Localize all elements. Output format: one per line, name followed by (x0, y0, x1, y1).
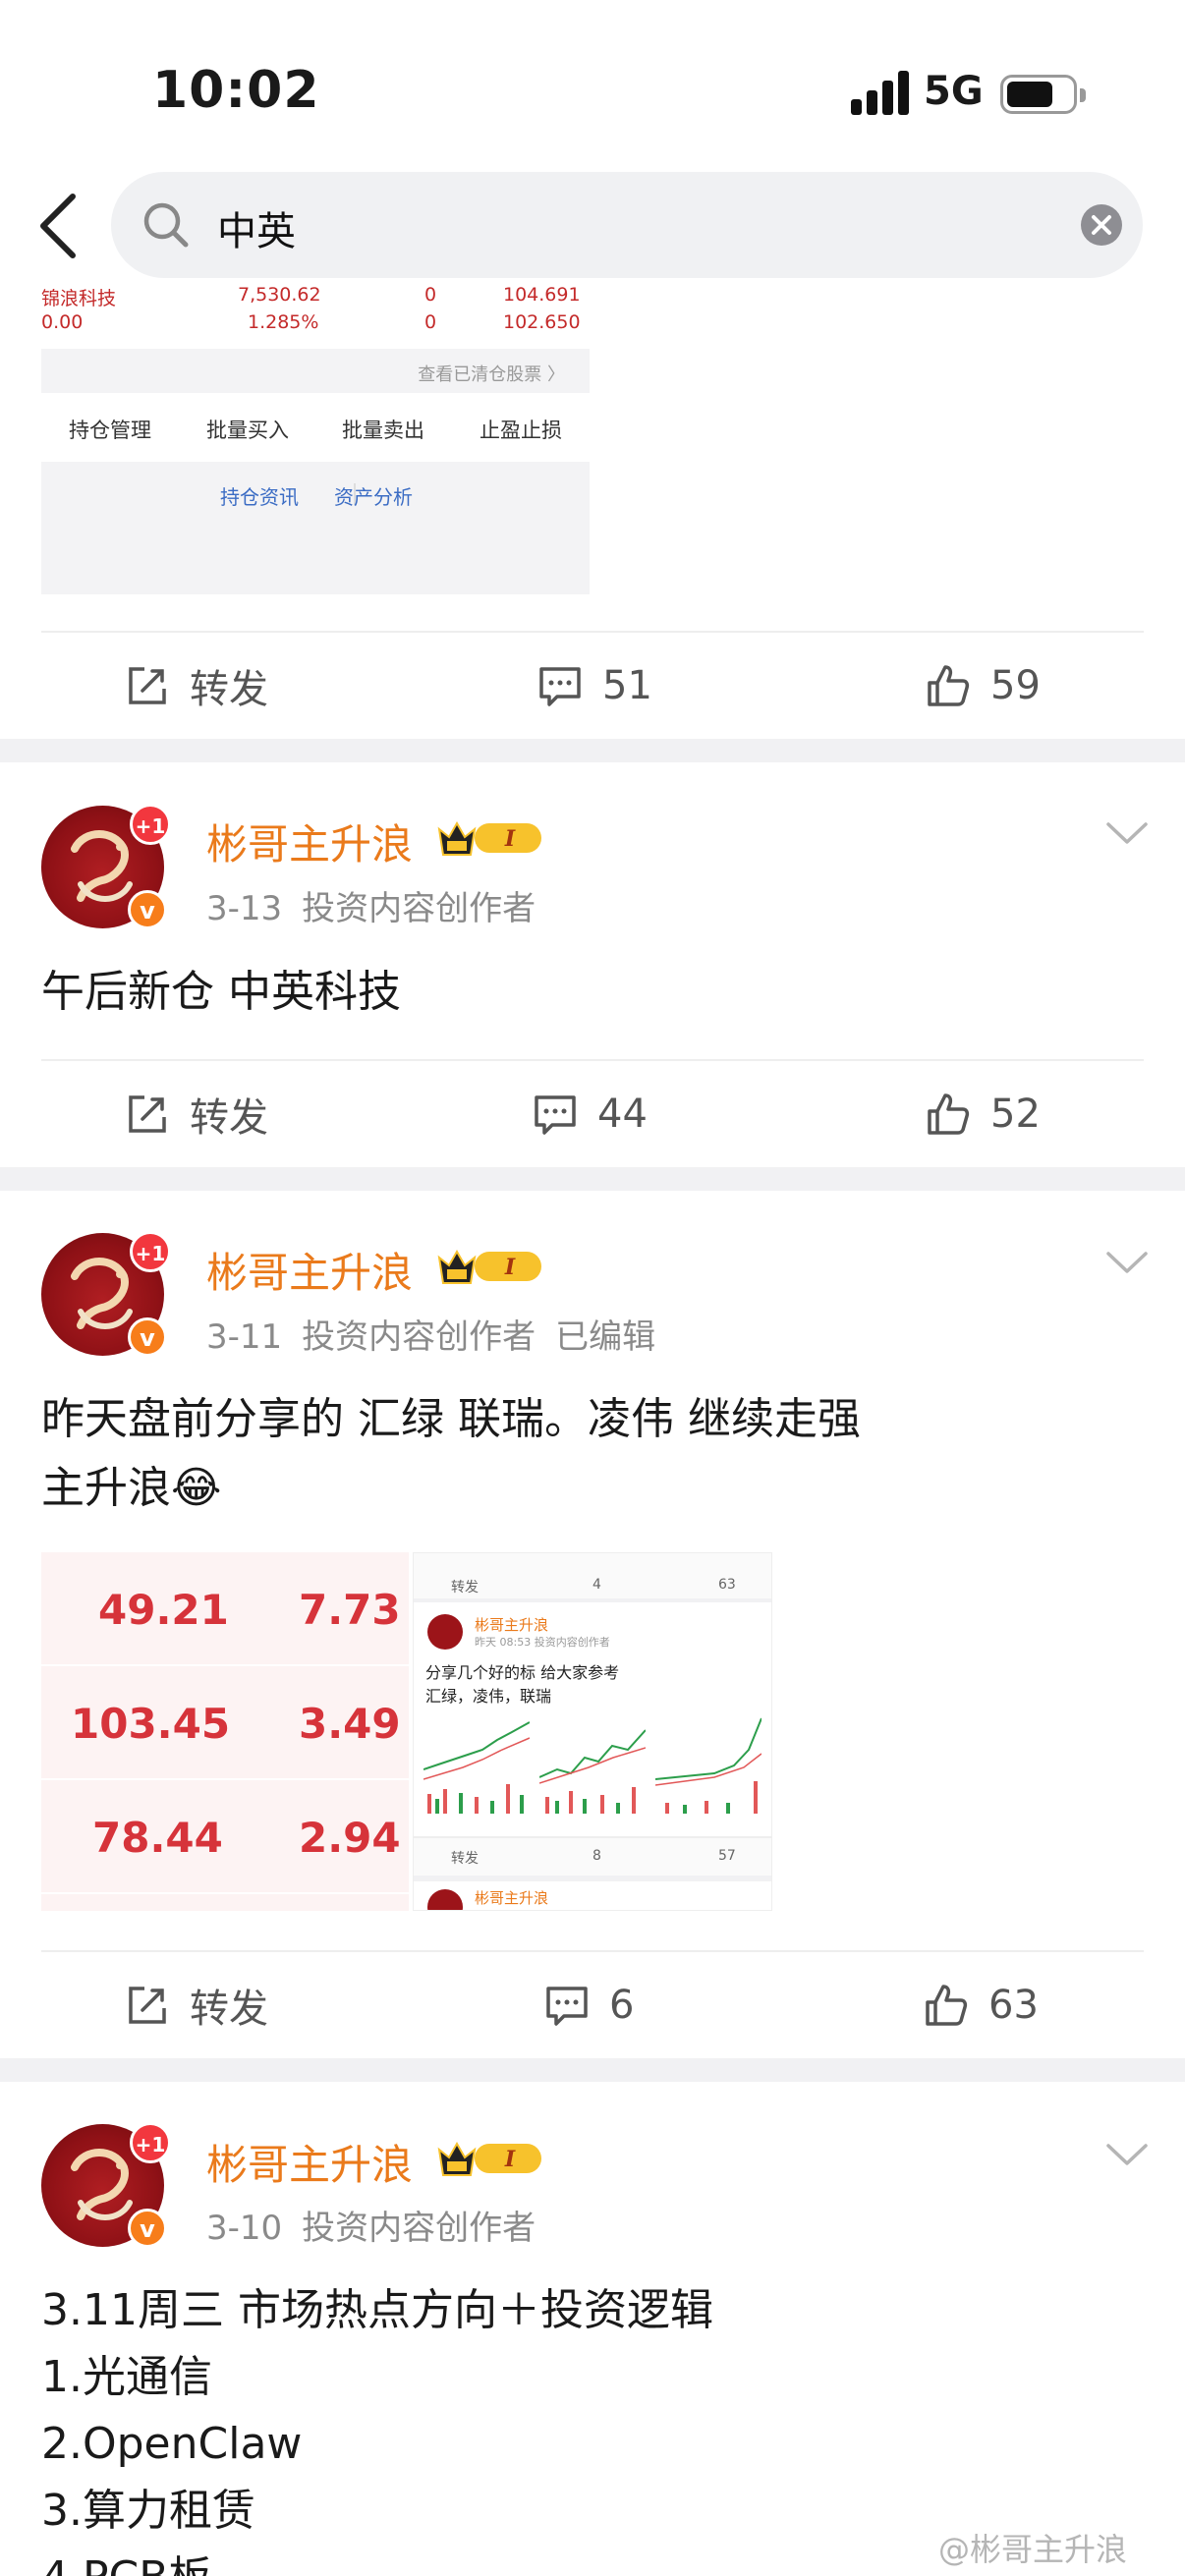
repost-button[interactable]: 转发 (125, 1061, 268, 1167)
comment-button[interactable]: 44 (533, 1061, 648, 1167)
thumbs-up-icon (928, 665, 970, 706)
search-input[interactable]: 中英 (111, 172, 1143, 278)
thumbs-up-icon (926, 1985, 968, 2026)
stock-row: 0.00 1.285% 0 102.650 (41, 311, 581, 333)
watermark: @彬哥主升浪 (938, 2531, 1128, 2568)
status-time: 10:02 (152, 61, 320, 120)
comment-icon (539, 667, 581, 706)
search-icon (143, 202, 189, 248)
mini-chart-icon (539, 1729, 646, 1814)
clear-icon[interactable] (1080, 203, 1123, 247)
vip-crown-icon: I (437, 820, 541, 856)
verified-badge: v (128, 890, 167, 929)
like-button[interactable]: 52 (926, 1061, 1041, 1167)
chevron-down-icon[interactable] (1102, 1248, 1152, 1277)
holdings-links: 持仓资讯 资产分析 (41, 462, 590, 594)
post-divider (0, 2058, 1185, 2082)
post-action-bar: 转发 51 59 (41, 631, 1144, 739)
search-query: 中英 (217, 209, 296, 254)
price-row: 103.45 3.49 (41, 1666, 409, 1780)
post-text: 昨天盘前分享的 汇绿 联瑞。凌伟 继续走强 主升浪😂 (41, 1394, 861, 1513)
verified-badge: v (128, 1317, 167, 1357)
chevron-left-icon (40, 194, 76, 258)
vip-crown-icon: I (437, 1249, 541, 1284)
post-image-prices[interactable]: 49.21 7.73 103.45 3.49 78.44 2.94 (41, 1552, 409, 1911)
avatar[interactable]: +1 v (41, 2122, 171, 2248)
price-row: 78.44 2.94 (41, 1780, 409, 1894)
repost-icon (129, 667, 166, 704)
notification-badge: +1 (130, 804, 171, 845)
verified-badge: v (128, 2209, 167, 2248)
username[interactable]: 彬哥主升浪 (206, 2132, 413, 2192)
vip-crown-icon: I (437, 2141, 541, 2176)
signal-icon (851, 71, 910, 115)
svg-text:I: I (504, 826, 516, 852)
repost-icon (129, 1095, 166, 1133)
avatar[interactable]: +1 v (41, 1231, 171, 1357)
repost-button[interactable]: 转发 (125, 1952, 268, 2058)
post-image-stock-holdings[interactable]: 锦浪科技 7,530.62 0 104.691 0.00 1.285% 0 10… (41, 280, 590, 594)
notification-badge: +1 (130, 2122, 171, 2163)
comment-button[interactable]: 51 (537, 633, 652, 739)
post-action-bar: 转发 6 63 (41, 1950, 1144, 2058)
repost-icon (129, 1987, 166, 2024)
svg-text:I: I (504, 2147, 516, 2172)
network-type: 5G (924, 69, 984, 114)
post-meta: 3-11 投资内容创作者 已编辑 (206, 1317, 656, 1357)
comment-icon (535, 1095, 576, 1135)
post-meta: 3-10 投资内容创作者 (206, 2209, 536, 2248)
post-divider (0, 739, 1185, 762)
repost-button[interactable]: 转发 (125, 633, 268, 739)
post-meta: 3-13 投资内容创作者 (206, 889, 536, 928)
like-button[interactable]: 63 (924, 1952, 1039, 2058)
post-text: 午后新仓 中英科技 (41, 967, 401, 1017)
mini-chart-icon (423, 1721, 530, 1814)
post-action-bar: 转发 44 52 (41, 1059, 1144, 1167)
mini-chart-icon (655, 1717, 762, 1814)
thumbs-up-icon (928, 1093, 970, 1135)
avatar[interactable]: +1 v (41, 804, 171, 929)
chevron-down-icon[interactable] (1102, 2140, 1152, 2169)
chevron-down-icon[interactable] (1102, 818, 1152, 848)
like-button[interactable]: 59 (926, 633, 1041, 739)
back-button[interactable] (29, 187, 88, 265)
status-bar: 10:02 5G (0, 0, 1185, 167)
comment-button[interactable]: 6 (544, 1952, 634, 2058)
cleared-stocks-link: 查看已清仓股票 〉 (41, 349, 590, 393)
battery-icon (1000, 75, 1086, 114)
username[interactable]: 彬哥主升浪 (206, 812, 413, 871)
post-image-screenshot[interactable]: 转发 4 63 彬哥主升浪 昨天 08:53 投资内容创作者 分享几个好的标 给… (413, 1552, 772, 1911)
price-row: 49.21 7.73 (41, 1552, 409, 1666)
svg-text:I: I (504, 1255, 516, 1280)
notification-badge: +1 (130, 1231, 171, 1272)
comment-icon (546, 1987, 588, 2026)
post-divider (0, 1167, 1185, 1191)
holdings-actions: 持仓管理 批量买入 批量卖出 止盈止损 (41, 393, 590, 462)
username[interactable]: 彬哥主升浪 (206, 1240, 413, 1300)
post-text: 3.11周三 市场热点方向＋投资逻辑 1.光通信 2.OpenClaw 3.算力… (41, 2285, 713, 2576)
